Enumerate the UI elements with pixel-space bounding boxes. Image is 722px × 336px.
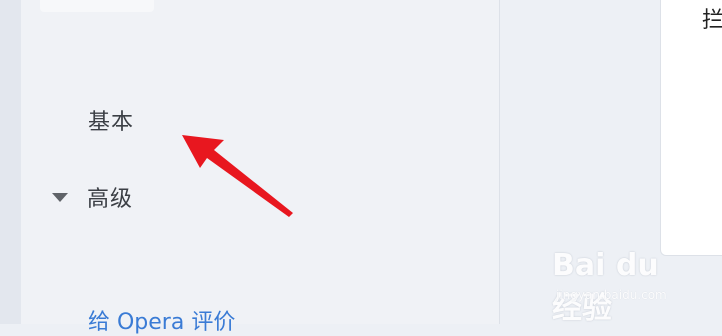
baidu-jingyan-watermark: Bai du 经验 jingyan.baidu.com (552, 248, 692, 326)
sidebar-item-advanced[interactable]: 高级 (87, 181, 133, 213)
sidebar-search-box-edge[interactable] (40, 0, 154, 12)
sidebar-item-basic[interactable]: 基本 (88, 104, 134, 136)
window-left-edge (0, 0, 21, 324)
caret-down-icon[interactable] (52, 193, 68, 202)
settings-sidebar (21, 0, 500, 324)
settings-card (660, 0, 722, 256)
card-text-fragment: 拦 (702, 8, 722, 33)
watermark-url: jingyan.baidu.com (556, 288, 667, 302)
rate-opera-link[interactable]: 给 Opera 评价 (88, 304, 235, 336)
